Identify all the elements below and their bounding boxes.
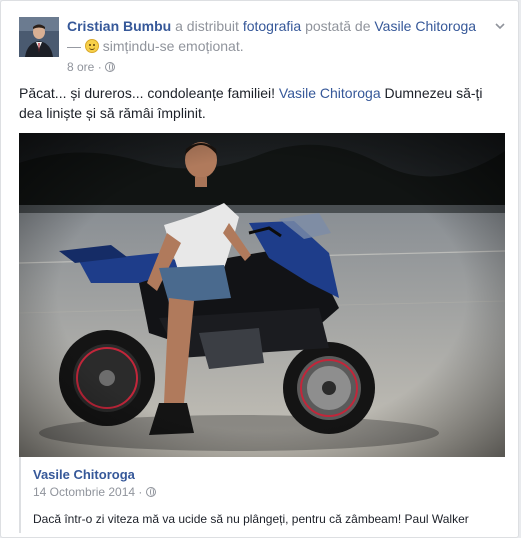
shared-meta: 14 Octombrie 2014 · — [33, 485, 156, 499]
post-meta: 8 ore · — [67, 59, 116, 75]
post-message: Păcat... și dureros... condoleanțe famil… — [19, 83, 499, 123]
posted-by-text: postată de — [301, 18, 375, 34]
feeling-prefix: — — [67, 38, 85, 54]
original-author-link[interactable]: Vasile Chitoroga — [374, 18, 476, 34]
mention-link[interactable]: Vasile Chitoroga — [279, 85, 381, 101]
message-text-start: Păcat... și dureros... condoleanțe famil… — [19, 85, 279, 101]
feed-post: Cristian Bumbu a distribuit fotografia p… — [0, 0, 519, 538]
photo-link[interactable]: fotografia — [243, 18, 301, 34]
avatar[interactable] — [19, 17, 59, 57]
feeling-text: simțindu-se emoționat. — [102, 38, 244, 54]
shared-original-post: Vasile Chitoroga 14 Octombrie 2014 · Dac… — [19, 457, 505, 533]
author-name[interactable]: Cristian Bumbu — [67, 18, 171, 34]
post-header: Cristian Bumbu a distribuit fotografia p… — [67, 16, 487, 56]
action-text: a distribuit — [171, 18, 243, 34]
globe-icon[interactable] — [105, 62, 116, 72]
shared-date[interactable]: 14 Octombrie 2014 — [33, 485, 135, 499]
shared-photo[interactable] — [19, 133, 505, 457]
chevron-down-icon[interactable] — [494, 19, 506, 31]
post-time[interactable]: 8 ore — [67, 60, 94, 74]
globe-icon[interactable] — [145, 487, 156, 497]
emoji-icon — [84, 39, 99, 53]
shared-date-separator: · — [135, 485, 146, 499]
shared-author-name[interactable]: Vasile Chitoroga — [33, 467, 135, 482]
meta-separator: · — [94, 60, 106, 74]
shared-text: Dacă într-o zi viteza mă va ucide să nu … — [33, 512, 469, 526]
